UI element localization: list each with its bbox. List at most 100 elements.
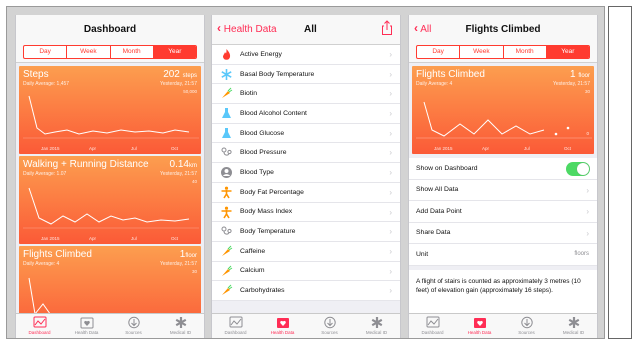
list-item[interactable]: Blood Pressure › [212, 143, 400, 164]
share-icon[interactable] [381, 20, 393, 36]
tab-dashboard[interactable]: Dashboard [409, 314, 456, 338]
dashboard-nav-bar: Dashboard Day Week Month Year [16, 15, 204, 63]
dashboard-icon [229, 316, 242, 328]
sparkline-line [28, 187, 190, 225]
tab-sources[interactable]: Sources [306, 314, 353, 338]
folder-heart-icon [276, 318, 289, 328]
list-item-label: Caffeine [240, 247, 266, 255]
steps-card[interactable]: Steps 202 steps Daily Average: 1,457 Yes… [19, 66, 201, 154]
list-item[interactable]: Calcium › [212, 262, 400, 282]
segment-day[interactable]: Day [24, 46, 68, 58]
segment-month[interactable]: Month [111, 46, 154, 58]
list-item-label: Basal Body Temperature [240, 70, 315, 78]
flask-icon [222, 108, 231, 119]
asterisk-icon [568, 317, 579, 328]
axis-min-label: 0 [586, 131, 589, 136]
list-item-label: Carbohydrates [240, 287, 285, 295]
list-item[interactable]: Biotin › [212, 84, 400, 105]
chevron-right-icon: › [389, 286, 392, 296]
health-data-screen: ‹ Health Data All Active Energy › Basal Bo… [211, 15, 401, 338]
list-item-label: Blood Alcohol Content [240, 109, 307, 117]
share-data-row[interactable]: Share Data › [409, 222, 597, 244]
dashboard-screen: Dashboard Day Week Month Year Steps 202 … [15, 15, 205, 338]
card-value: 1floor [180, 249, 197, 260]
list-item[interactable]: Body Fat Percentage › [212, 183, 400, 203]
list-item[interactable]: Blood Type › [212, 163, 400, 183]
show-on-dashboard-toggle[interactable] [566, 162, 590, 176]
tab-label: Health Data [467, 330, 492, 335]
sources-icon [323, 316, 336, 329]
segment-week[interactable]: Week [67, 46, 111, 58]
card-value-unit: floor [185, 253, 197, 259]
tab-dashboard[interactable]: Dashboard [212, 314, 259, 338]
card-value-unit: km [189, 163, 197, 169]
chevron-right-icon: › [389, 246, 392, 256]
sources-icon [127, 316, 140, 329]
steps-sparkline [23, 95, 199, 139]
card-title: Flights Climbed [23, 249, 92, 260]
back-button[interactable]: ‹ Health Data [217, 22, 277, 35]
stethoscope-icon [221, 147, 232, 157]
tab-medical-id[interactable]: Medical ID [550, 314, 597, 338]
x-tick-label: Apr [89, 146, 97, 151]
tab-health-data[interactable]: Health Data [456, 314, 503, 338]
list-item[interactable]: Body Temperature › [212, 222, 400, 242]
card-title: Flights Climbed [416, 69, 485, 80]
list-item[interactable]: Active Energy › [212, 45, 400, 65]
tab-bar: Dashboard Health Data Sources Medical ID [16, 313, 204, 338]
row-label: Add Data Point [416, 207, 462, 215]
screenshot-stage: Dashboard Day Week Month Year Steps 202 … [0, 0, 638, 342]
card-timestamp: Yesterday, 21:57 [160, 261, 197, 267]
chevron-right-icon: › [586, 228, 589, 238]
health-data-list: Active Energy › Basal Body Temperature › Bio… [212, 45, 400, 301]
chevron-right-icon: › [586, 185, 589, 195]
card-timestamp: Yesterday, 21:57 [553, 81, 590, 87]
x-tick-label: Jan 2015 [41, 236, 60, 241]
chevron-right-icon: › [389, 207, 392, 217]
show-all-data-row[interactable]: Show All Data › [409, 179, 597, 201]
list-item[interactable]: Body Mass Index › [212, 203, 400, 223]
segment-year[interactable]: Year [153, 46, 196, 58]
distance-card[interactable]: Walking + Running Distance 0.14km Daily … [19, 156, 201, 244]
row-label: Unit [416, 250, 429, 258]
tab-health-data[interactable]: Health Data [63, 314, 110, 338]
list-item-label: Blood Pressure [240, 149, 287, 157]
body-icon [221, 206, 232, 218]
dashboard-icon [426, 316, 439, 328]
tab-medical-id[interactable]: Medical ID [353, 314, 400, 338]
tab-health-data[interactable]: Health Data [259, 314, 306, 338]
list-item-label: Blood Type [240, 168, 274, 176]
x-tick-label: Jan 2015 [434, 146, 453, 151]
right-frame [608, 6, 632, 339]
card-value-number: 0.14 [169, 159, 189, 170]
distance-sparkline [23, 187, 199, 229]
chevron-right-icon: › [389, 89, 392, 99]
card-title: Steps [23, 69, 49, 80]
segment-year[interactable]: Year [546, 46, 589, 58]
list-item[interactable]: Blood Glucose › [212, 124, 400, 144]
card-value-unit: floor [578, 73, 590, 79]
back-label: Health Data [223, 24, 277, 35]
x-tick-label: Jan 2015 [41, 146, 60, 151]
tab-sources[interactable]: Sources [503, 314, 550, 338]
tab-label: Health Data [270, 330, 295, 335]
list-item[interactable]: Blood Alcohol Content › [212, 104, 400, 124]
segment-month[interactable]: Month [504, 46, 547, 58]
card-value-number: 202 [163, 69, 180, 80]
card-timestamp: Yesterday, 21:57 [160, 81, 197, 87]
list-item[interactable]: Caffeine › [212, 242, 400, 262]
chevron-right-icon: › [389, 168, 392, 178]
add-data-point-row[interactable]: Add Data Point › [409, 201, 597, 223]
tab-dashboard[interactable]: Dashboard [16, 314, 63, 338]
segment-day[interactable]: Day [417, 46, 461, 58]
unit-row[interactable]: Unit floors [409, 244, 597, 266]
sparkline-line [28, 277, 54, 319]
list-item[interactable]: Carbohydrates › [212, 281, 400, 301]
tab-sources[interactable]: Sources [110, 314, 157, 338]
segment-week[interactable]: Week [460, 46, 504, 58]
chevron-right-icon: › [389, 50, 392, 59]
list-item[interactable]: Basal Body Temperature › [212, 65, 400, 85]
chevron-right-icon: › [389, 148, 392, 158]
tab-medical-id[interactable]: Medical ID [157, 314, 204, 338]
flame-icon [223, 49, 231, 60]
